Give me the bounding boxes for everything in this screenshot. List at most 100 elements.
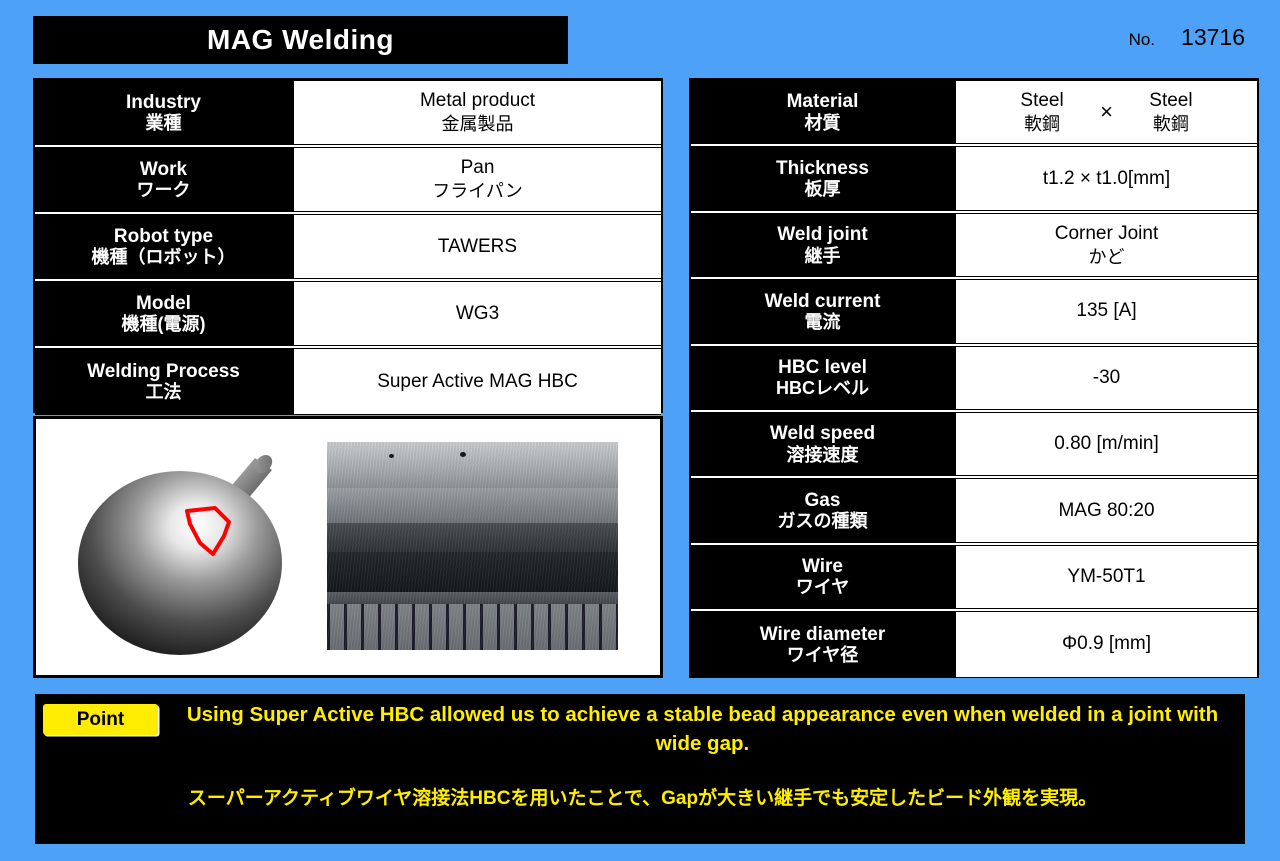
row-value-weld-speed: 0.80 [m/min]	[954, 411, 1257, 477]
title-bar: MAG Welding	[33, 16, 568, 64]
label-en: Weld speed	[769, 423, 876, 445]
row-label-material: Material 材質	[691, 80, 954, 145]
value-en: MAG 80:20	[1058, 499, 1155, 521]
table-row: Weld speed 溶接速度 0.80 [m/min]	[691, 411, 1257, 479]
label-ja: 板厚	[804, 179, 841, 200]
row-value-weld-joint: Corner Joint かど	[954, 212, 1257, 278]
value-en: t1.2 × t1.0[mm]	[1042, 167, 1171, 189]
label-ja: 溶接速度	[786, 444, 859, 465]
row-value-industry: Metal product 金属製品	[292, 80, 661, 145]
label-ja: 継手	[804, 245, 841, 266]
table-row: Weld joint 継手 Corner Joint かど	[691, 212, 1257, 280]
table-row: Welding Process 工法 Super Active MAG HBC	[35, 348, 661, 415]
label-ja: 機種（ロボット）	[91, 247, 236, 268]
value-en: WG3	[455, 302, 500, 324]
value-en: Super Active MAG HBC	[377, 370, 578, 392]
table-row: Material 材質 Steel 軟鋼 × Steel 軟鋼	[691, 80, 1257, 147]
page-title: MAG Welding	[207, 24, 394, 55]
material-mate: Steel 軟鋼	[1117, 89, 1225, 135]
row-value-weld-current: 135 [A]	[954, 279, 1257, 344]
row-label-hbc-level: HBC level HBCレベル	[691, 345, 954, 410]
row-label-weld-current: Weld current 電流	[691, 279, 954, 344]
material-base-ja: 軟鋼	[1024, 113, 1061, 134]
label-ja: ワイヤ径	[786, 644, 859, 665]
row-label-work: Work ワーク	[35, 147, 292, 212]
row-value-wire-diameter: Φ0.9 [mm]	[954, 611, 1257, 678]
point-text-ja: スーパーアクティブワイヤ溶接法HBCを用いたことで、Gapが大きい継手でも安定し…	[187, 788, 1098, 809]
label-en: Wire	[801, 556, 843, 578]
row-label-weld-joint: Weld joint 継手	[691, 212, 954, 278]
label-ja: 工法	[145, 382, 182, 403]
row-label-model: Model 機種(電源)	[35, 281, 292, 346]
row-label-wire-diameter: Wire diameter ワイヤ径	[691, 611, 954, 678]
label-ja: 機種(電源)	[121, 314, 206, 335]
row-label-thickness: Thickness 板厚	[691, 146, 954, 211]
row-label-gas: Gas ガスの種類	[691, 478, 954, 543]
weld-bead-macro-photo	[327, 442, 618, 650]
table-row: Wire ワイヤ YM-50T1	[691, 544, 1257, 612]
point-text-en: Using Super Active HBC allowed us to ach…	[186, 703, 1219, 756]
table-row: Work ワーク Pan フライパン	[35, 147, 661, 214]
label-en: Welding Process	[87, 360, 240, 382]
label-en: Work	[139, 158, 188, 180]
material-mate-en: Steel	[1149, 90, 1193, 112]
row-label-welding-process: Welding Process 工法	[35, 348, 292, 415]
label-ja: 材質	[804, 112, 841, 133]
label-ja: ワイヤ	[795, 577, 850, 598]
value-en: Metal product	[419, 90, 536, 112]
value-en: -30	[1092, 366, 1121, 388]
label-en: Material	[786, 91, 859, 113]
table-row: HBC level HBCレベル -30	[691, 345, 1257, 412]
label-ja: 電流	[804, 311, 841, 332]
label-ja: ガスの種類	[777, 511, 868, 532]
row-label-weld-speed: Weld speed 溶接速度	[691, 411, 954, 477]
document-number-value: 13716	[1181, 24, 1245, 50]
row-value-thickness: t1.2 × t1.0[mm]	[954, 146, 1257, 211]
value-en: YM-50T1	[1067, 566, 1146, 588]
material-mate-ja: 軟鋼	[1152, 113, 1189, 134]
label-ja: 業種	[145, 113, 182, 134]
row-label-wire: Wire ワイヤ	[691, 544, 954, 610]
label-en: Weld joint	[777, 224, 868, 246]
page-header: MAG Welding No. 13716	[0, 0, 1280, 72]
row-value-wire: YM-50T1	[954, 544, 1257, 610]
document-number: No. 13716	[1129, 24, 1245, 51]
table-row: Model 機種(電源) WG3	[35, 281, 661, 348]
table-row: Thickness 板厚 t1.2 × t1.0[mm]	[691, 146, 1257, 213]
row-value-robot-type: TAWERS	[292, 214, 661, 279]
value-ja: 金属製品	[441, 114, 514, 135]
row-label-robot-type: Robot type 機種（ロボット）	[35, 214, 292, 279]
label-en: Robot type	[113, 225, 214, 247]
row-value-material: Steel 軟鋼 × Steel 軟鋼	[954, 80, 1257, 145]
label-en: Gas	[804, 489, 841, 511]
label-en: Model	[136, 292, 191, 314]
label-en: Industry	[126, 91, 201, 113]
row-value-gas: MAG 80:20	[954, 478, 1257, 543]
pan-body-icon	[78, 471, 282, 655]
material-separator-icon: ×	[1100, 99, 1113, 125]
document-number-label: No.	[1128, 30, 1156, 49]
right-spec-table: Material 材質 Steel 軟鋼 × Steel 軟鋼 Thicknes…	[689, 78, 1259, 678]
table-row: Wire diameter ワイヤ径 Φ0.9 [mm]	[691, 611, 1257, 678]
label-en: Thickness	[776, 157, 869, 179]
label-ja: HBCレベル	[776, 378, 869, 399]
row-value-work: Pan フライパン	[292, 147, 661, 212]
value-en: TAWERS	[437, 235, 518, 257]
left-spec-table: Industry 業種 Metal product 金属製品 Work ワーク …	[33, 78, 663, 415]
table-row: Gas ガスの種類 MAG 80:20	[691, 478, 1257, 545]
figure-panel	[33, 416, 663, 678]
label-en: Wire diameter	[759, 623, 886, 645]
pan-weld-joint-diagram	[78, 454, 282, 655]
label-en: HBC level	[778, 357, 867, 379]
value-en: 135 [A]	[1076, 300, 1137, 322]
material-base-en: Steel	[1020, 90, 1064, 112]
point-panel: Point Using Super Active HBC allowed us …	[35, 694, 1245, 844]
material-base: Steel 軟鋼	[988, 89, 1096, 135]
value-en: Φ0.9 [mm]	[1061, 633, 1152, 655]
value-ja: フライパン	[432, 181, 523, 202]
row-label-industry: Industry 業種	[35, 80, 292, 145]
value-en: 0.80 [m/min]	[1054, 433, 1159, 455]
row-value-welding-process: Super Active MAG HBC	[292, 348, 661, 415]
row-value-model: WG3	[292, 281, 661, 346]
value-en: Pan	[460, 157, 495, 179]
